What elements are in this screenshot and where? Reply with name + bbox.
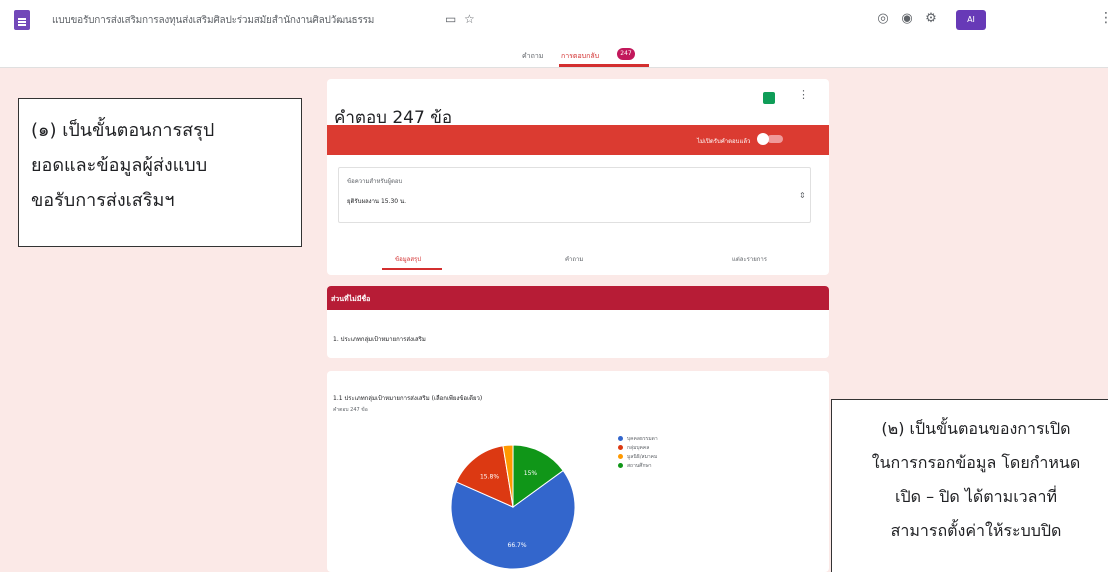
legend-swatch — [618, 445, 623, 450]
accepting-responses-label: ไม่เปิดรับคำตอบแล้ว — [697, 138, 751, 145]
folder-icon[interactable]: ▭ — [445, 13, 456, 25]
annotation-box-2: (๒) เป็นขั้นตอนของการเปิด ในการกรอกข้อมู… — [831, 399, 1108, 572]
more-vert-icon[interactable]: ⋮ — [1099, 10, 1108, 26]
resize-icon[interactable]: ⇕ — [799, 191, 806, 200]
sub-tab-indicator — [382, 268, 442, 270]
legend-label: สถานศึกษา — [627, 463, 652, 469]
responses-summary-card: คำตอบ 247 ข้อ ⋮ ไม่เปิดรับคำตอบแล้ว ข้อค… — [327, 79, 829, 275]
annotation-line: (๑) เป็นขั้นตอนการสรุป — [31, 120, 215, 141]
legend-swatch — [618, 436, 623, 441]
question-chart-card: 1.1 ประเภทกลุ่มเป้าหมายการส่งเสริม (เลือ… — [327, 371, 829, 572]
respondent-message-field[interactable]: ข้อความสำหรับผู้ตอบ ยุติรับผลงาน 15.30 น… — [338, 167, 811, 223]
sheets-icon[interactable] — [763, 92, 775, 104]
legend-label: กลุ่มบุคคล — [627, 445, 650, 451]
accepting-responses-toggle[interactable] — [767, 135, 783, 143]
legend-label: บุคคลธรรมดา — [627, 436, 658, 442]
pie-chart: 66.7% 15.8% 15% — [450, 444, 576, 570]
accepting-responses-bar: ไม่เปิดรับคำตอบแล้ว — [327, 125, 829, 155]
legend-swatch — [618, 463, 623, 468]
section-question: 1. ประเภทกลุ่มเป้าหมายการส่งเสริม — [333, 336, 426, 343]
tab-responses[interactable]: การตอบกลับ — [561, 51, 599, 62]
preview-icon[interactable]: ◉ — [898, 10, 916, 28]
annotation-line: ขอรับการส่งเสริมฯ — [31, 190, 175, 211]
tab-active-indicator — [559, 64, 649, 67]
palette-icon[interactable]: ◎ — [874, 10, 892, 28]
pie-data-label-0: 66.7% — [508, 542, 527, 549]
message-value[interactable]: ยุติรับผลงาน 15.30 น. — [347, 196, 406, 206]
annotation-box-1: (๑) เป็นขั้นตอนการสรุป ยอดและข้อมูลผู้ส่… — [18, 98, 302, 247]
star-icon[interactable]: ☆ — [464, 13, 475, 25]
form-title[interactable]: แบบขอรับการส่งเสริมการลงทุนส่งเสริมศิลปะ… — [52, 13, 374, 28]
chart-question: 1.1 ประเภทกลุ่มเป้าหมายการส่งเสริม (เลือ… — [333, 395, 483, 402]
pie-data-label-1: 15.8% — [480, 474, 499, 481]
tab-individual[interactable]: แต่ละรายการ — [732, 254, 767, 264]
form-icon[interactable] — [14, 10, 30, 30]
legend-swatch — [618, 454, 623, 459]
annotation-line: ยอดและข้อมูลผู้ส่งแบบ — [31, 155, 208, 176]
annotation-line: (๒) เป็นขั้นตอนของการเปิด — [881, 419, 1071, 438]
send-button[interactable]: AI — [956, 10, 986, 30]
tab-questions[interactable]: คำถาม — [522, 51, 543, 62]
more-vert-icon[interactable]: ⋮ — [798, 88, 809, 101]
toggle-knob[interactable] — [757, 133, 769, 145]
section-title: ส่วนที่ไม่มีชื่อ — [331, 295, 371, 303]
settings-icon[interactable]: ⚙ — [922, 10, 940, 28]
annotation-line: สามารถตั้งค่าให้ระบบปิด — [890, 521, 1062, 540]
app-bar: แบบขอรับการส่งเสริมการลงทุนส่งเสริมศิลปะ… — [0, 0, 1108, 40]
pie-data-label-3: 15% — [524, 470, 538, 477]
responses-count-badge: 247 — [617, 48, 635, 60]
section-card: ส่วนที่ไม่มีชื่อ 1. ประเภทกลุ่มเป้าหมายก… — [327, 286, 829, 358]
form-tabs: คำถาม การตอบกลับ 247 — [0, 40, 1108, 68]
tab-summary[interactable]: ข้อมูลสรุป — [395, 254, 421, 264]
tab-question[interactable]: คำถาม — [565, 254, 583, 264]
message-label: ข้อความสำหรับผู้ตอบ — [347, 178, 403, 185]
section-header: ส่วนที่ไม่มีชื่อ — [327, 286, 829, 310]
annotation-line: ในการกรอกข้อมูล โดยกำหนด — [871, 453, 1081, 472]
chart-response-count: คำตอบ 247 ข้อ — [333, 407, 368, 413]
legend-label: มูลนิธิ/สมาคม — [627, 454, 658, 460]
annotation-line: เปิด – ปิด ได้ตามเวลาที่ — [895, 487, 1057, 506]
